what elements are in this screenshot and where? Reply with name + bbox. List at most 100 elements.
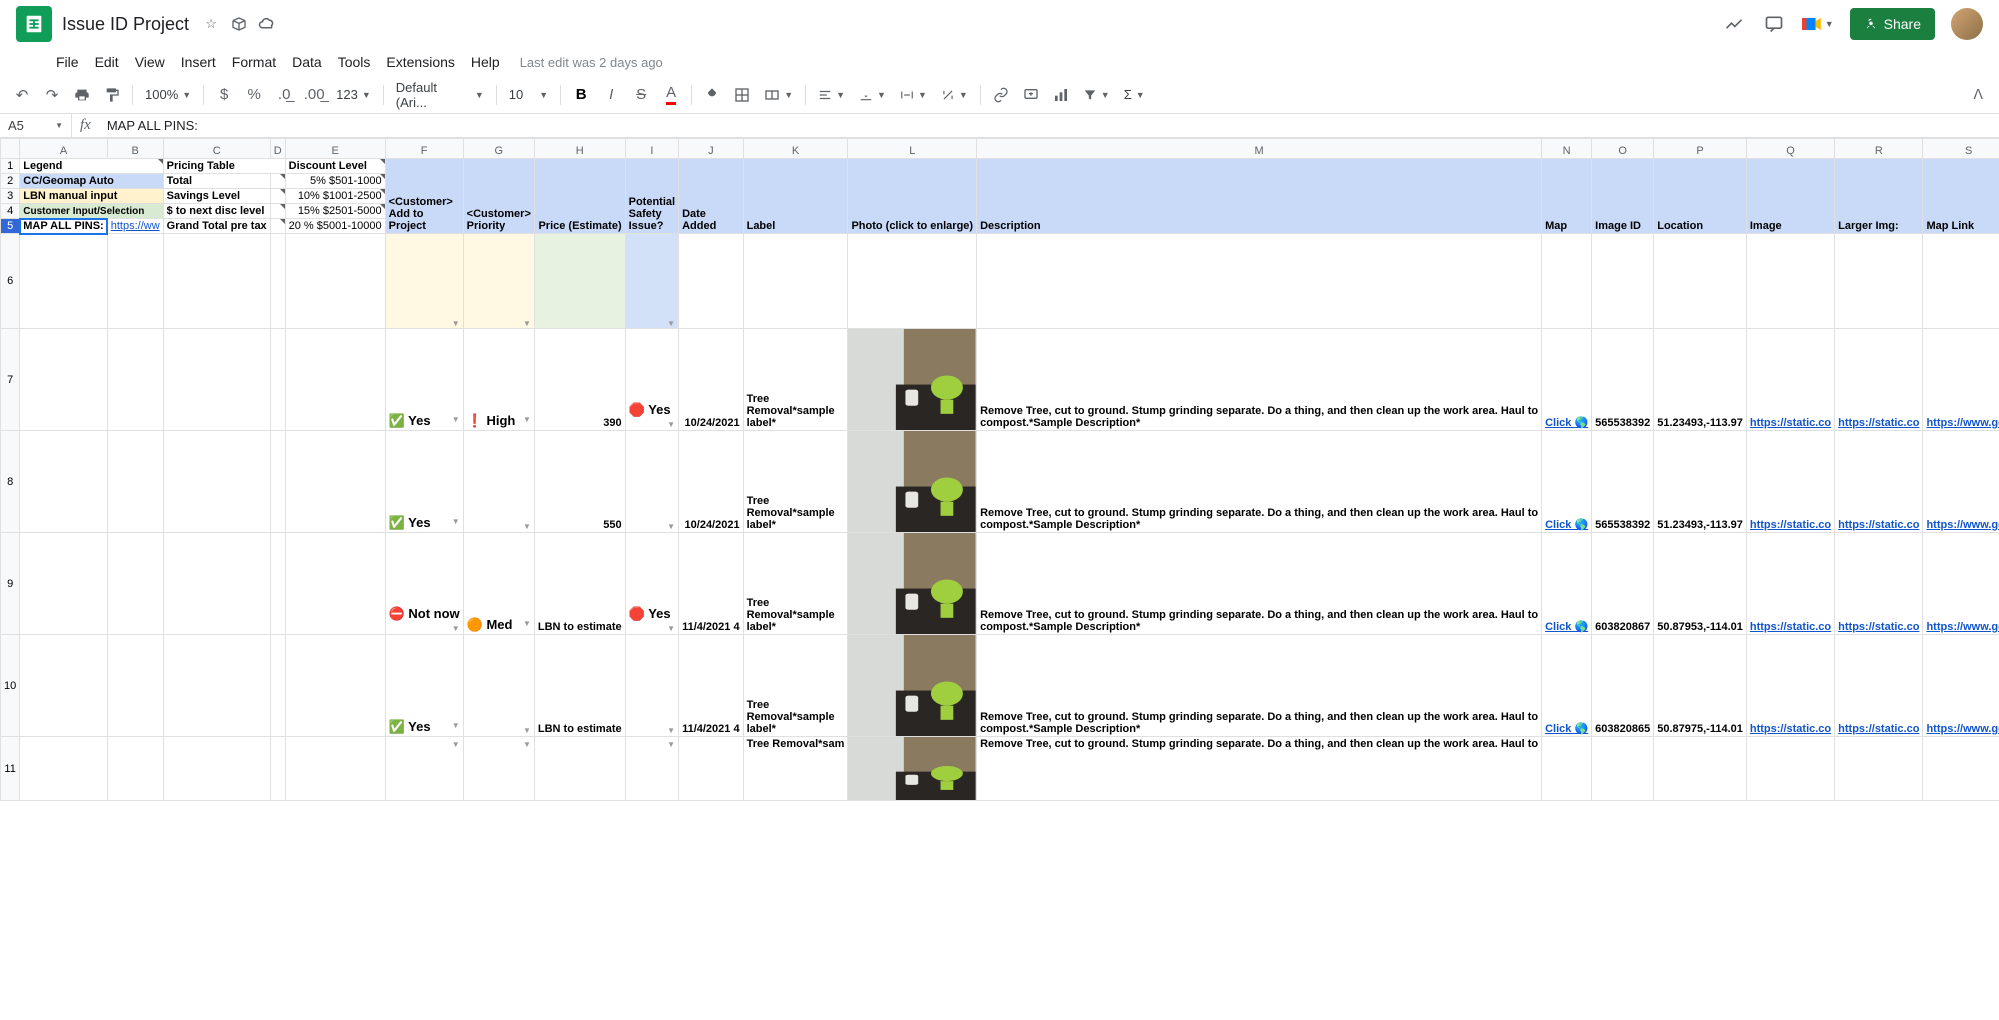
- formula-input[interactable]: MAP ALL PINS:: [99, 118, 1999, 133]
- cell[interactable]: [1923, 737, 1999, 801]
- cell[interactable]: 🛑 Yes▼: [625, 329, 678, 431]
- cell[interactable]: [20, 234, 107, 329]
- cell[interactable]: [848, 234, 977, 329]
- col-N[interactable]: N: [1542, 139, 1592, 159]
- row-head[interactable]: 7: [1, 329, 20, 431]
- cell[interactable]: ▼: [463, 635, 534, 737]
- row-head[interactable]: 6: [1, 234, 20, 329]
- cell[interactable]: Tree Removal*sam: [743, 737, 848, 801]
- col-L[interactable]: L: [848, 139, 977, 159]
- chevron-down-icon[interactable]: ▼: [523, 319, 531, 328]
- cell[interactable]: 603820865: [1592, 635, 1654, 737]
- cell[interactable]: ▼: [463, 431, 534, 533]
- cell[interactable]: https://static.co: [1746, 329, 1834, 431]
- borders-icon[interactable]: [728, 81, 756, 109]
- cell[interactable]: ▼: [625, 635, 678, 737]
- chevron-down-icon[interactable]: ▼: [667, 726, 675, 735]
- col-C[interactable]: C: [163, 139, 270, 159]
- cell[interactable]: [107, 431, 163, 533]
- cell[interactable]: Discount Level: [285, 159, 385, 174]
- cell[interactable]: LBN to estimate: [534, 635, 625, 737]
- cell[interactable]: 10% $1001-2500: [285, 189, 385, 204]
- cell[interactable]: Remove Tree, cut to ground. Stump grindi…: [977, 635, 1542, 737]
- cell[interactable]: [1654, 737, 1747, 801]
- cell[interactable]: <Customer> Add to Project: [385, 159, 463, 234]
- cell[interactable]: [163, 533, 270, 635]
- cell[interactable]: 🛑 Yes▼: [625, 533, 678, 635]
- cell[interactable]: 15% $2501-5000: [285, 204, 385, 219]
- cell[interactable]: [1592, 234, 1654, 329]
- cell[interactable]: [270, 204, 285, 219]
- italic-icon[interactable]: I: [597, 81, 625, 109]
- cell[interactable]: [107, 234, 163, 329]
- col-S[interactable]: S: [1923, 139, 1999, 159]
- row-head[interactable]: 2: [1, 174, 20, 189]
- name-box[interactable]: A5▼: [0, 114, 72, 137]
- cell[interactable]: [20, 431, 107, 533]
- cell[interactable]: [534, 234, 625, 329]
- menu-insert[interactable]: Insert: [173, 50, 224, 74]
- font-size-select[interactable]: 10▼: [503, 82, 554, 108]
- col-K[interactable]: K: [743, 139, 848, 159]
- cell[interactable]: [285, 737, 385, 801]
- chevron-down-icon[interactable]: ▼: [523, 522, 531, 531]
- cell[interactable]: [163, 329, 270, 431]
- cell[interactable]: 390: [534, 329, 625, 431]
- cell[interactable]: LBN manual input: [20, 189, 163, 204]
- cell[interactable]: 550: [534, 431, 625, 533]
- cell[interactable]: 51.23493,-113.97: [1654, 431, 1747, 533]
- cell[interactable]: [270, 431, 285, 533]
- chevron-down-icon[interactable]: ▼: [452, 624, 460, 633]
- cell[interactable]: https://static.co: [1746, 533, 1834, 635]
- cell[interactable]: Map Link: [1923, 159, 1999, 234]
- chevron-down-icon[interactable]: ▼: [523, 740, 531, 749]
- cell[interactable]: Remove Tree, cut to ground. Stump grindi…: [977, 431, 1542, 533]
- cell[interactable]: ▼: [385, 737, 463, 801]
- chevron-down-icon[interactable]: ▼: [452, 721, 460, 730]
- cell[interactable]: [285, 533, 385, 635]
- cell[interactable]: [270, 219, 285, 234]
- cell[interactable]: [270, 737, 285, 801]
- cell[interactable]: ✅ Yes▼: [385, 635, 463, 737]
- col-I[interactable]: I: [625, 139, 678, 159]
- cell[interactable]: [107, 533, 163, 635]
- photo-cell[interactable]: [848, 329, 977, 431]
- chevron-down-icon[interactable]: ▼: [452, 517, 460, 526]
- row-head[interactable]: 10: [1, 635, 20, 737]
- cell[interactable]: Click 🌎: [1542, 533, 1592, 635]
- row-head[interactable]: 5: [1, 219, 20, 234]
- cell[interactable]: LBN to estimate: [534, 533, 625, 635]
- cell[interactable]: Tree Removal*sample label*: [743, 635, 848, 737]
- cell[interactable]: ❗ High▼: [463, 329, 534, 431]
- col-M[interactable]: M: [977, 139, 1542, 159]
- menu-extensions[interactable]: Extensions: [378, 50, 462, 74]
- cell[interactable]: 🟠 Med▼: [463, 533, 534, 635]
- cell[interactable]: Tree Removal*sample label*: [743, 431, 848, 533]
- cell[interactable]: 50.87975,-114.01: [1654, 635, 1747, 737]
- cell[interactable]: ▼: [625, 234, 678, 329]
- cell[interactable]: https://static.co: [1835, 635, 1923, 737]
- chevron-down-icon[interactable]: ▼: [452, 319, 460, 328]
- cell[interactable]: https://www.geo: [1923, 635, 1999, 737]
- cell[interactable]: https://www.geo: [1923, 431, 1999, 533]
- cell[interactable]: Image ID: [1592, 159, 1654, 234]
- cell[interactable]: [679, 234, 744, 329]
- cell[interactable]: [20, 533, 107, 635]
- cell[interactable]: Click 🌎: [1542, 329, 1592, 431]
- collapse-toolbar-icon[interactable]: ᐱ: [1973, 86, 1991, 103]
- wrap-icon[interactable]: ▼: [894, 82, 933, 108]
- cell[interactable]: [1746, 737, 1834, 801]
- cell[interactable]: https://static.co: [1835, 329, 1923, 431]
- cell[interactable]: Tree Removal*sample label*: [743, 533, 848, 635]
- chevron-down-icon[interactable]: ▼: [667, 740, 675, 749]
- cell[interactable]: [1542, 234, 1592, 329]
- col-O[interactable]: O: [1592, 139, 1654, 159]
- col-H[interactable]: H: [534, 139, 625, 159]
- cell[interactable]: Remove Tree, cut to ground. Stump grindi…: [977, 329, 1542, 431]
- cell[interactable]: [1835, 234, 1923, 329]
- avatar[interactable]: [1951, 8, 1983, 40]
- star-icon[interactable]: ☆: [201, 14, 221, 34]
- print-icon[interactable]: [68, 81, 96, 109]
- cell[interactable]: Click 🌎: [1542, 431, 1592, 533]
- cell[interactable]: ✅ Yes▼: [385, 329, 463, 431]
